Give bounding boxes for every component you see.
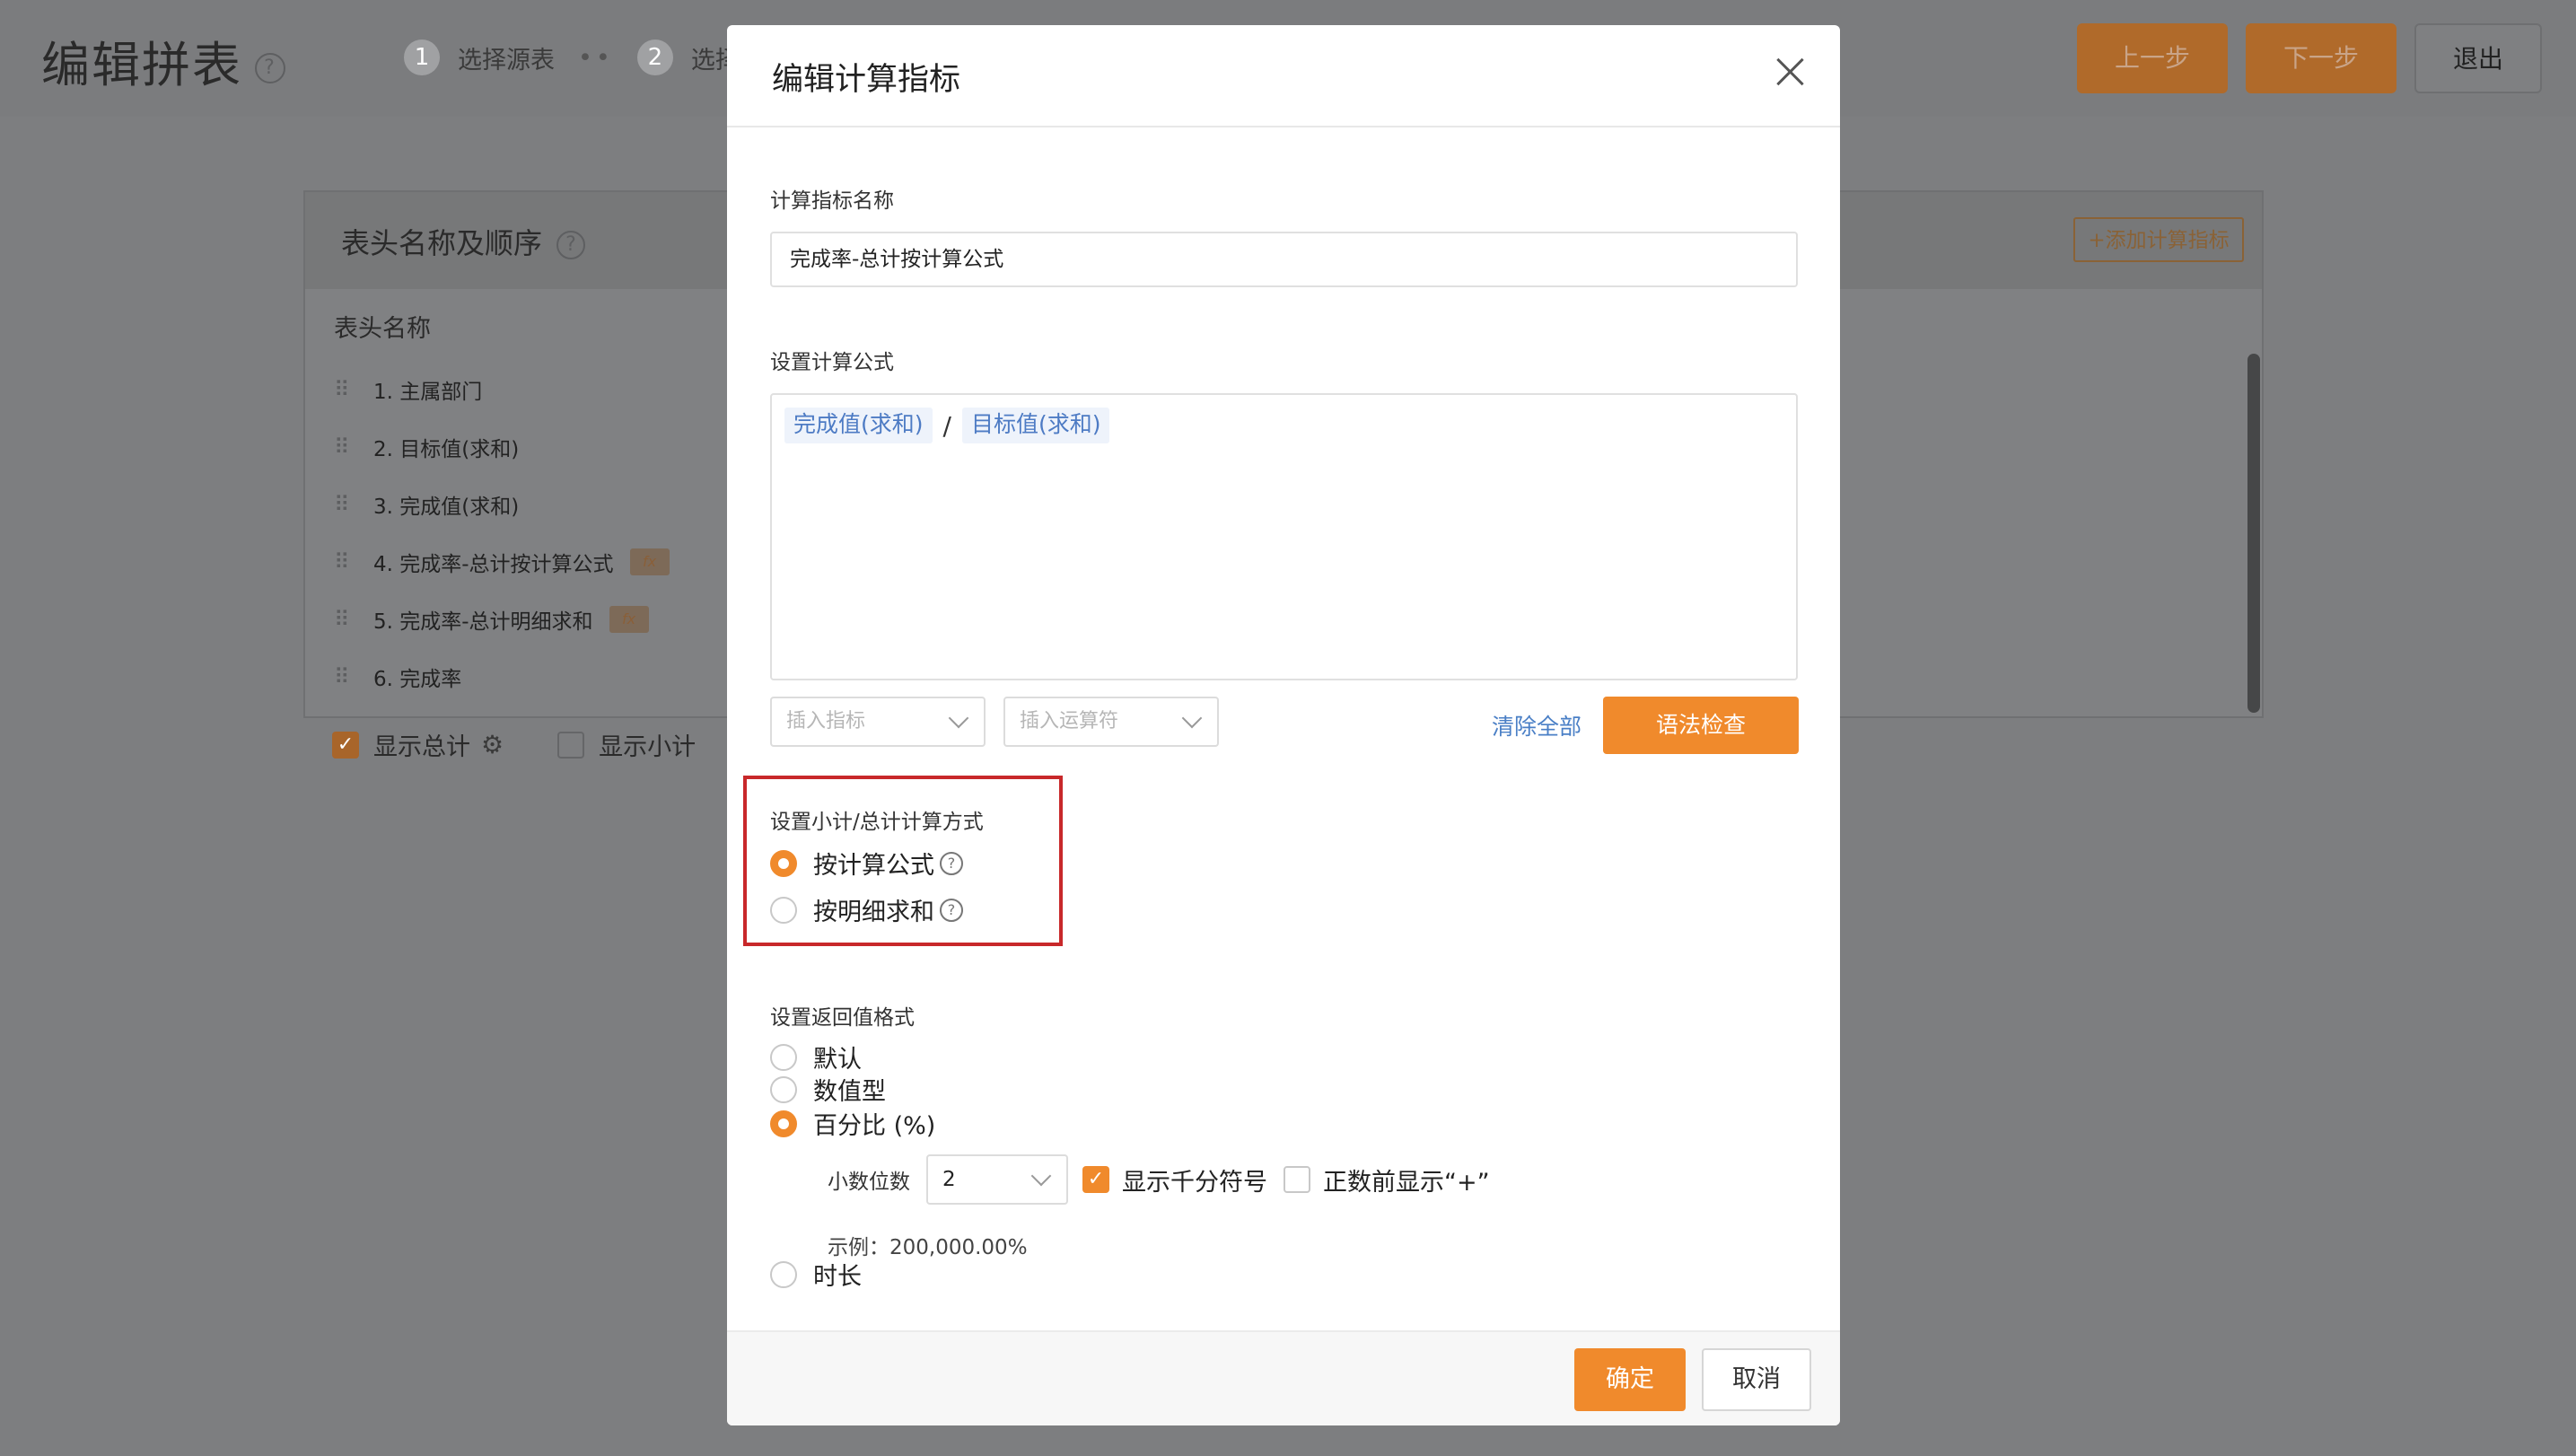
thousands-separator-label: 显示千分符号 [1122,1168,1267,1197]
formula-token[interactable]: 目标值(求和) [961,408,1110,443]
format-option-numeric[interactable]: 数值型 [770,1072,886,1107]
decimal-places-label: 小数位数 [828,1171,910,1194]
edit-metric-dialog: 编辑计算指标 计算指标名称 完成率-总计按计算公式 设置计算公式 完成值(求和)… [727,25,1840,1425]
radio-button[interactable] [770,896,797,924]
drag-handle-icon[interactable]: ⠿ [334,607,373,632]
show-total-label: 显示总计 [373,733,470,761]
totals-options: ✓ 显示总计 ⚙ 显示小计 [332,727,696,762]
return-format-label: 设置返回值格式 [770,1006,915,1030]
radio-button[interactable] [770,849,797,877]
page-title: 编辑拼表? [41,25,285,96]
formula-expression: 完成值(求和) / 目标值(求和) [784,408,1110,443]
insert-operator-select[interactable]: 插入运算符 [1003,697,1219,747]
step-2-number: 2 [636,39,673,75]
dialog-header: 编辑计算指标 [727,25,1840,127]
formula-token[interactable]: 完成值(求和) [784,408,933,443]
column-list: ⠿ 1. 主属部门 ⠿ 2. 目标值(求和) ⠿ 3. 完成值(求和) ⠿ 4. 完成率… [334,361,670,706]
subtotal-method-label: 设置小计/总计计算方式 [770,811,984,834]
list-item[interactable]: ⠿ 6. 完成率 [334,648,670,706]
list-item[interactable]: ⠿ 1. 主属部门 [334,361,670,418]
list-item[interactable]: ⠿ 2. 目标值(求和) [334,418,670,476]
subtotal-option-detail-sum[interactable]: 按明细求和? [770,892,963,927]
close-icon[interactable] [1770,52,1809,92]
drag-handle-icon[interactable]: ⠿ [334,549,373,575]
exit-button[interactable]: 退出 [2414,23,2542,93]
step-separator: •• [578,43,614,72]
panel-help-icon[interactable]: ? [556,231,586,259]
drag-handle-icon[interactable]: ⠿ [334,664,373,689]
column-header: 表头名称 [334,315,431,343]
dialog-footer: 确定 取消 [727,1330,1840,1425]
drag-handle-icon[interactable]: ⠿ [334,492,373,517]
help-icon[interactable]: ? [255,53,285,84]
add-metric-button[interactable]: +添加计算指标 [2073,217,2244,262]
metric-name-label: 计算指标名称 [770,189,894,213]
list-item[interactable]: ⠿ 4. 完成率-总计按计算公式 fx [334,533,670,591]
list-item[interactable]: ⠿ 3. 完成值(求和) [334,476,670,533]
panel-title: 表头名称及顺序? [341,221,586,262]
subtotal-option-formula[interactable]: 按计算公式? [770,846,963,881]
fx-icon: fx [629,548,670,575]
chevron-down-icon [1030,1165,1052,1187]
formula-editor[interactable]: 完成值(求和) / 目标值(求和) [770,393,1798,680]
formula-operator: / [942,410,951,441]
chevron-down-icon [948,707,969,729]
cancel-button[interactable]: 取消 [1702,1348,1811,1411]
step-1-number: 1 [404,39,440,75]
positive-plus-label: 正数前显示“+” [1323,1168,1490,1197]
chevron-down-icon [1181,707,1203,729]
radio-button[interactable] [770,1043,797,1071]
step-1-label[interactable]: 选择源表 [458,40,555,75]
step-indicator: 1 选择源表 •• 2 选择 [404,39,740,75]
settings-gear-icon[interactable]: ⚙ [481,730,504,759]
positive-plus-checkbox[interactable] [1284,1166,1310,1193]
confirm-button[interactable]: 确定 [1574,1348,1686,1411]
radio-button[interactable] [770,1075,797,1103]
percent-options: 小数位数 2 ✓ 显示千分符号 正数前显示“+” [828,1154,1490,1205]
metric-name-input[interactable]: 完成率-总计按计算公式 [770,232,1798,287]
drag-handle-icon[interactable]: ⠿ [334,434,373,460]
format-option-percent[interactable]: 百分比 (%) [770,1106,935,1141]
format-example: 示例：200,000.00% [828,1236,1028,1259]
radio-button[interactable] [770,1260,797,1288]
prev-step-button[interactable]: 上一步 [2077,23,2228,93]
formula-label: 设置计算公式 [770,351,894,374]
show-total-checkbox[interactable]: ✓ [332,731,359,759]
dialog-title: 编辑计算指标 [772,62,961,98]
list-item[interactable]: ⠿ 5. 完成率-总计明细求和 fx [334,591,670,648]
insert-metric-select[interactable]: 插入指标 [770,697,986,747]
decimal-places-select[interactable]: 2 [926,1154,1068,1205]
panel-scrollbar[interactable] [2247,354,2260,713]
format-option-default[interactable]: 默认 [770,1039,862,1074]
help-icon[interactable]: ? [940,851,963,875]
radio-button[interactable] [770,1110,797,1137]
fx-icon: fx [609,606,649,633]
next-step-button[interactable]: 下一步 [2246,23,2396,93]
thousands-separator-checkbox[interactable]: ✓ [1082,1166,1109,1193]
help-icon[interactable]: ? [940,898,963,922]
drag-handle-icon[interactable]: ⠿ [334,377,373,402]
syntax-check-button[interactable]: 语法检查 [1603,697,1799,754]
show-subtotal-label: 显示小计 [599,733,697,761]
format-option-duration[interactable]: 时长 [770,1257,862,1292]
show-subtotal-checkbox[interactable] [557,731,585,759]
clear-all-link[interactable]: 清除全部 [1492,709,1582,741]
